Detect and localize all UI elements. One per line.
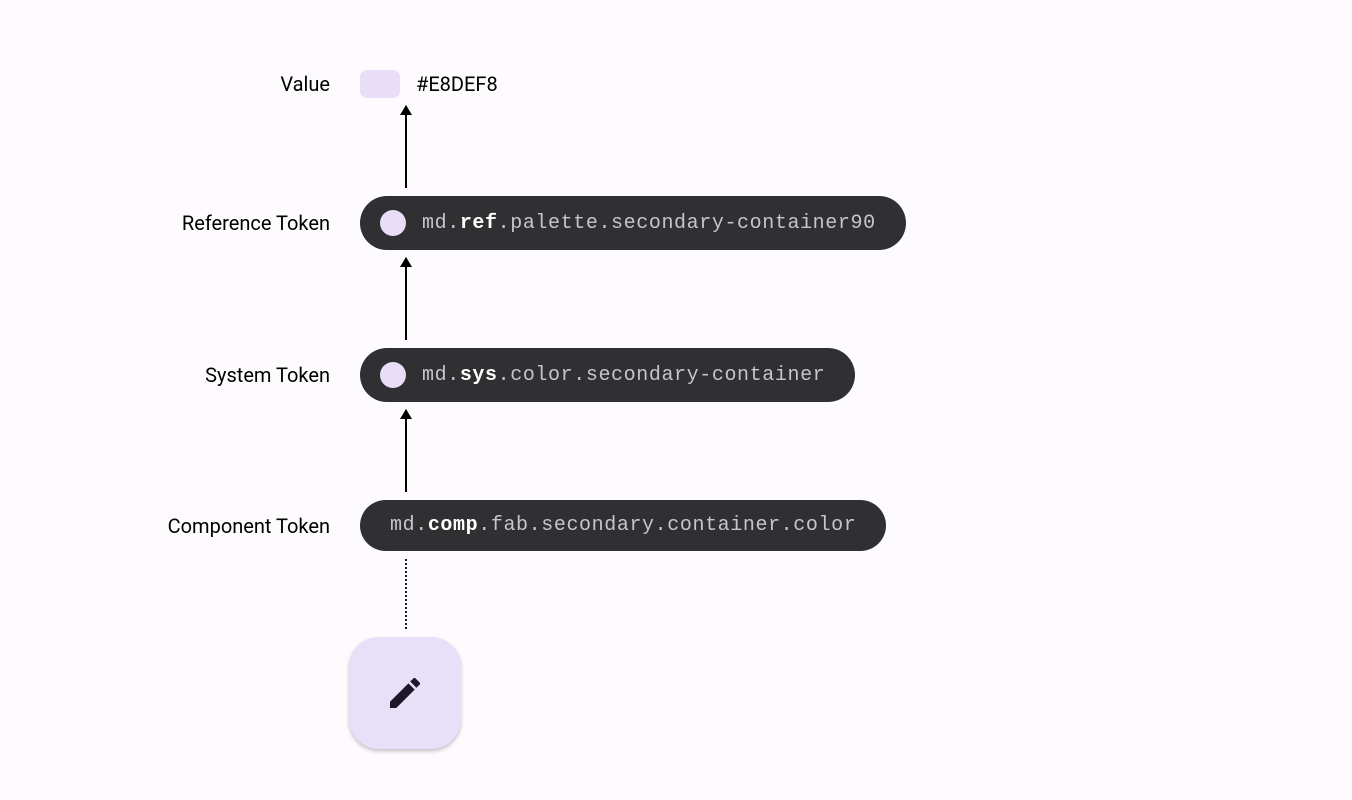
reference-token-row: Reference Token md.ref.palette.secondary…: [130, 196, 906, 250]
system-label: System Token: [130, 363, 330, 387]
value-row: Value #E8DEF8: [130, 70, 906, 98]
value-display: #E8DEF8: [360, 70, 498, 98]
reference-token-pill: md.ref.palette.secondary-container90: [360, 196, 906, 250]
system-token-row: System Token md.sys.color.secondary-cont…: [130, 348, 906, 402]
component-token-text: md.comp.fab.secondary.container.color: [390, 514, 856, 537]
arrow-up-icon: [405, 258, 407, 340]
hex-value: #E8DEF8: [416, 72, 498, 96]
dotted-connector: [405, 559, 407, 629]
value-label: Value: [130, 72, 330, 96]
color-swatch: [360, 70, 400, 98]
system-token-pill: md.sys.color.secondary-container: [360, 348, 855, 402]
edit-icon: [385, 673, 425, 713]
component-token-row: Component Token md.comp.fab.secondary.co…: [130, 500, 906, 551]
system-token-text: md.sys.color.secondary-container: [422, 364, 825, 387]
reference-label: Reference Token: [130, 211, 330, 235]
arrow-up-icon: [405, 106, 407, 188]
fab-button[interactable]: [349, 637, 461, 749]
color-circle-icon: [380, 362, 406, 388]
token-hierarchy-diagram: Value #E8DEF8 Reference Token md.ref.pal…: [130, 70, 906, 749]
color-circle-icon: [380, 210, 406, 236]
arrow-up-icon: [405, 410, 407, 492]
component-token-pill: md.comp.fab.secondary.container.color: [360, 500, 886, 551]
component-label: Component Token: [130, 514, 330, 538]
reference-token-text: md.ref.palette.secondary-container90: [422, 212, 876, 235]
